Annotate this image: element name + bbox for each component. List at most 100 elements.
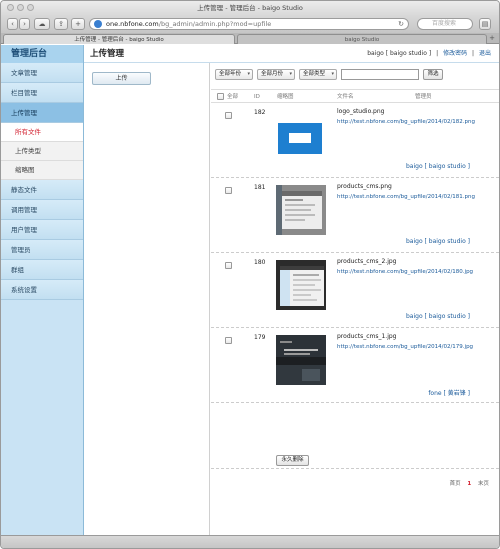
sidebar-item-groups[interactable]: 群组 (1, 260, 83, 280)
first-page-link[interactable]: 首页 (450, 481, 461, 487)
file-thumbnail[interactable] (276, 185, 326, 235)
header-id: ID (254, 94, 260, 100)
reload-icon[interactable]: ↻ (398, 19, 404, 29)
divider (211, 468, 499, 469)
sidebar-item-articles[interactable]: 文章管理 (1, 63, 83, 83)
table-row: 181 products_cms.png http://test.nbfone.… (211, 178, 499, 253)
table-header: 全部 ID 缩略图 文件名 管理员 (211, 89, 499, 103)
tab-upload-admin[interactable]: 上传管理 - 管理后台 - baigo Studio (3, 34, 235, 44)
share-icon[interactable]: ⇪ (54, 18, 68, 30)
file-owner-link[interactable]: baigo [ baigo studio ] (406, 163, 470, 170)
sidebar-item-uploads[interactable]: 上传管理 (1, 103, 83, 123)
close-window-icon[interactable] (7, 4, 14, 11)
file-name: products_cms_1.jpg (337, 333, 397, 340)
file-thumbnail[interactable] (276, 335, 326, 385)
change-password-link[interactable]: 修改密码 (443, 50, 467, 57)
chevron-down-icon: ▾ (247, 71, 250, 77)
file-url-link[interactable]: http://test.nbfone.com/bg_upfile/2014/02… (337, 344, 473, 350)
row-checkbox[interactable] (225, 262, 232, 269)
browser-search-input[interactable]: 百度搜索 (417, 18, 473, 30)
sidebar-nav: 文章管理 栏目管理 上传管理 所有文件 上传类型 缩略图 静态文件 调用管理 用… (1, 63, 84, 535)
select-all-checkbox[interactable] (217, 93, 224, 100)
logout-link[interactable]: 退出 (479, 50, 491, 57)
window-title: 上传管理 - 管理后台 - baigo Studio (197, 4, 303, 12)
cloud-icon[interactable]: ☁ (34, 18, 50, 30)
user-bar: baigo [ baigo studio ] | 修改密码 | 退出 (367, 45, 491, 63)
new-tab-icon[interactable]: + (489, 34, 495, 42)
permanent-delete-button[interactable]: 永久删除 (276, 455, 309, 466)
month-select[interactable]: 全部月份 ▾ (257, 69, 295, 80)
sidebar-item-users[interactable]: 用户管理 (1, 220, 83, 240)
chevron-down-icon: ▾ (331, 71, 334, 77)
logo-thumbnail-image (278, 123, 322, 154)
page-title: 上传管理 (90, 49, 125, 59)
zoom-window-icon[interactable] (27, 4, 34, 11)
file-owner-link[interactable]: baigo [ baigo studio ] (406, 313, 470, 320)
pagination: 首页 1 末页 (450, 479, 489, 487)
file-id: 181 (254, 184, 266, 191)
filter-bar: 全部年份 ▾ 全部月份 ▾ 全部类型 ▾ 筛选 (215, 69, 495, 81)
sidebar-subitem-all-files[interactable]: 所有文件 (1, 123, 83, 142)
sidebar-item-settings[interactable]: 系统设置 (1, 280, 83, 300)
forward-button[interactable]: › (19, 18, 30, 30)
keyword-input[interactable] (341, 69, 419, 80)
header-all: 全部 (227, 94, 239, 100)
row-checkbox[interactable] (225, 187, 232, 194)
dark-screenshot-thumbnail-image (276, 335, 326, 385)
back-button[interactable]: ‹ (7, 18, 18, 30)
url-host: one.nbfone.com (106, 20, 159, 28)
last-page-link[interactable]: 末页 (478, 481, 489, 487)
file-name: products_cms_2.jpg (337, 258, 397, 265)
sidebar-subitem-upload-types[interactable]: 上传类型 (1, 142, 83, 161)
file-url-link[interactable]: http://test.nbfone.com/bg_upfile/2014/02… (337, 119, 475, 125)
sidebar-item-static-files[interactable]: 静态文件 (1, 180, 83, 200)
browser-statusbar (1, 535, 499, 548)
screenshot-thumbnail-image (276, 260, 326, 310)
upload-button[interactable]: 上传 (92, 72, 151, 85)
browser-window: 上传管理 - 管理后台 - baigo Studio ‹ › ☁ ⇪ + one… (0, 0, 500, 549)
sidebar-item-admins[interactable]: 管理员 (1, 240, 83, 260)
file-name: logo_studio.png (337, 108, 385, 115)
year-select[interactable]: 全部年份 ▾ (215, 69, 253, 80)
year-select-value: 全部年份 (219, 71, 242, 77)
browser-toolbar: ‹ › ☁ ⇪ + one.nbfone.com/bg_admin/admin.… (1, 15, 499, 33)
address-bar[interactable]: one.nbfone.com/bg_admin/admin.php?mod=up… (89, 18, 409, 30)
sidebar-subitem-thumbnails[interactable]: 缩略图 (1, 161, 83, 180)
table-row: 180 products_cms_2.jpg http://test.nbfon… (211, 253, 499, 328)
admin-app: 管理后台 上传管理 baigo [ baigo studio ] | 修改密码 … (1, 45, 499, 535)
row-checkbox[interactable] (225, 112, 232, 119)
downloads-icon[interactable]: ▤ (479, 18, 491, 30)
file-list-panel: 全部年份 ▾ 全部月份 ▾ 全部类型 ▾ 筛选 全部 ID 缩略图 文件名 管理员 (211, 63, 499, 535)
chevron-down-icon: ▾ (289, 71, 292, 77)
file-url-link[interactable]: http://test.nbfone.com/bg_upfile/2014/02… (337, 194, 475, 200)
file-url-link[interactable]: http://test.nbfone.com/bg_upfile/2014/02… (337, 269, 473, 275)
type-select[interactable]: 全部类型 ▾ (299, 69, 337, 80)
file-thumbnail[interactable] (276, 260, 326, 310)
tab-baigo-studio[interactable]: baigo Studio (237, 34, 487, 44)
file-owner-link[interactable]: fone [ 黄岩锋 ] (428, 388, 470, 397)
tab-label: baigo Studio (344, 37, 380, 43)
minimize-window-icon[interactable] (17, 4, 24, 11)
month-select-value: 全部月份 (261, 71, 284, 77)
file-id: 180 (254, 259, 266, 266)
page-header: 上传管理 baigo [ baigo studio ] | 修改密码 | 退出 (84, 45, 499, 63)
brand-logo[interactable]: 管理后台 (1, 45, 84, 63)
screenshot-thumbnail-image (276, 185, 326, 235)
file-thumbnail[interactable] (276, 110, 326, 160)
filter-button[interactable]: 筛选 (423, 69, 443, 80)
sidebar-item-categories[interactable]: 栏目管理 (1, 83, 83, 103)
file-owner-link[interactable]: baigo [ baigo studio ] (406, 238, 470, 245)
table-row: 182 logo_studio.png http://test.nbfone.c… (211, 103, 499, 178)
site-globe-icon (94, 20, 102, 28)
tab-label: 上传管理 - 管理后台 - baigo Studio (74, 37, 164, 43)
file-name: products_cms.png (337, 183, 392, 190)
row-checkbox[interactable] (225, 337, 232, 344)
search-placeholder: 百度搜索 (432, 20, 457, 27)
separator: | (472, 50, 475, 57)
upload-pane: 上传 (85, 63, 210, 535)
sidebar-item-calls[interactable]: 调用管理 (1, 200, 83, 220)
file-id: 182 (254, 109, 266, 116)
tab-strip: 上传管理 - 管理后台 - baigo Studio baigo Studio … (1, 33, 499, 44)
add-bookmark-button[interactable]: + (71, 18, 85, 30)
current-user: baigo [ baigo studio ] (367, 50, 432, 57)
